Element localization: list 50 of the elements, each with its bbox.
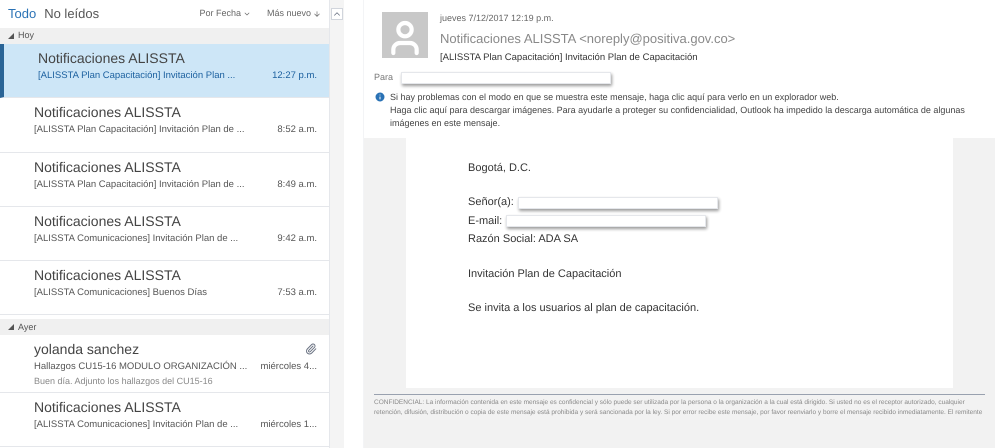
message-subject: [ALISSTA Comunicaciones] Invitación Plan de ... [34, 232, 238, 246]
info-icon [374, 90, 386, 103]
sender-name: Notificaciones ALISSTA [34, 158, 181, 176]
body-text: E-mail: [468, 214, 502, 229]
message-subject: Hallazgos CU15-16 MODULO ORGANIZACIÓN ... [34, 360, 248, 374]
info-message[interactable]: Si hay problemas con el modo en que se muestra este mensaje, haga clic aquí para verlo en un explorador web. [390, 90, 987, 104]
message-time: 9:42 a.m. [277, 232, 317, 246]
collapse-icon [8, 33, 14, 39]
sender-name: yolanda sanchez [34, 340, 140, 360]
arrow-down-icon [313, 10, 321, 18]
message-subject: [ALISSTA Plan Capacitación] Invitación Plan de ... [34, 123, 245, 138]
info-message[interactable]: Haga clic aquí para descargar imágenes. Para ayudarle a proteger su confidencialidad, Outlook ha impedido la descarga automática de algunas imágenes en este mensaje. [390, 104, 987, 130]
body-text: Invitación Plan de Capacitación [468, 266, 622, 282]
body-text: Razón Social: ADA SA [468, 232, 578, 248]
filter-tab[interactable]: Todo [8, 4, 36, 24]
avatar-placeholder [382, 12, 428, 58]
message-time: 8:52 a.m. [277, 123, 317, 138]
email-subject: [ALISSTA Plan Capacitación] Invitación Plan de Capacitación [440, 51, 699, 65]
scrollbar[interactable] [330, 0, 344, 448]
group-header[interactable]: Ayer [0, 319, 329, 336]
body-text: Bogotá, D.C. [468, 160, 531, 176]
sender-name: Notificaciones ALISSTA [38, 49, 185, 68]
filter-tab[interactable]: No leídos [44, 4, 100, 24]
sort-by-dropdown[interactable]: Por Fecha [199, 7, 251, 21]
message-time: 7:53 a.m. [277, 286, 317, 300]
message-time: 8:49 a.m. [277, 178, 317, 192]
sender-name: Notificaciones ALISSTA [34, 266, 181, 285]
sort-order-button[interactable]: Más nuevo [266, 7, 321, 21]
sender-name: Notificaciones ALISSTA [34, 398, 181, 417]
caret-icon [242, 10, 251, 18]
body-text: Se invita a los usuarios al plan de capacitación. [468, 301, 700, 316]
message-item[interactable]: Notificaciones ALISSTA [ALISSTA Plan Capacitación] Invitación Plan de ... 8:49 a.m. [0, 152, 329, 207]
message-subject: [ALISSTA Comunicaciones] Invitación Plan de ... [34, 418, 238, 432]
message-date: jueves 7/12/2017 12:19 p.m. [440, 12, 555, 25]
sender-address: Notificaciones ALISSTA <noreply@positiva.gov.co> [440, 30, 736, 48]
scroll-up-icon[interactable] [331, 8, 343, 20]
message-preview: Buen día. Adjunto los hallazgos del CU15-16 [34, 374, 214, 388]
collapse-icon [8, 324, 14, 330]
message-time: miércoles 4... [260, 360, 317, 374]
message-subject: [ALISSTA Comunicaciones] Buenos Días [34, 286, 208, 300]
message-time: 12:27 p.m. [272, 69, 317, 83]
message-subject: [ALISSTA Plan Capacitación] Invitación Plan de ... [34, 178, 245, 192]
to-label: Para [374, 71, 394, 84]
sender-name: Notificaciones ALISSTA [34, 103, 181, 122]
message-item[interactable]: Notificaciones ALISSTA [ALISSTA Plan Capacitación] Invitación Plan ... 12:27 p.m. [0, 44, 329, 98]
message-time: miércoles 1... [260, 418, 317, 432]
message-subject: [ALISSTA Plan Capacitación] Invitación Plan ... [38, 69, 236, 83]
body-text: Señor(a): [468, 195, 514, 210]
sender-name: Notificaciones ALISSTA [34, 212, 181, 231]
group-header[interactable]: Hoy [0, 28, 329, 44]
